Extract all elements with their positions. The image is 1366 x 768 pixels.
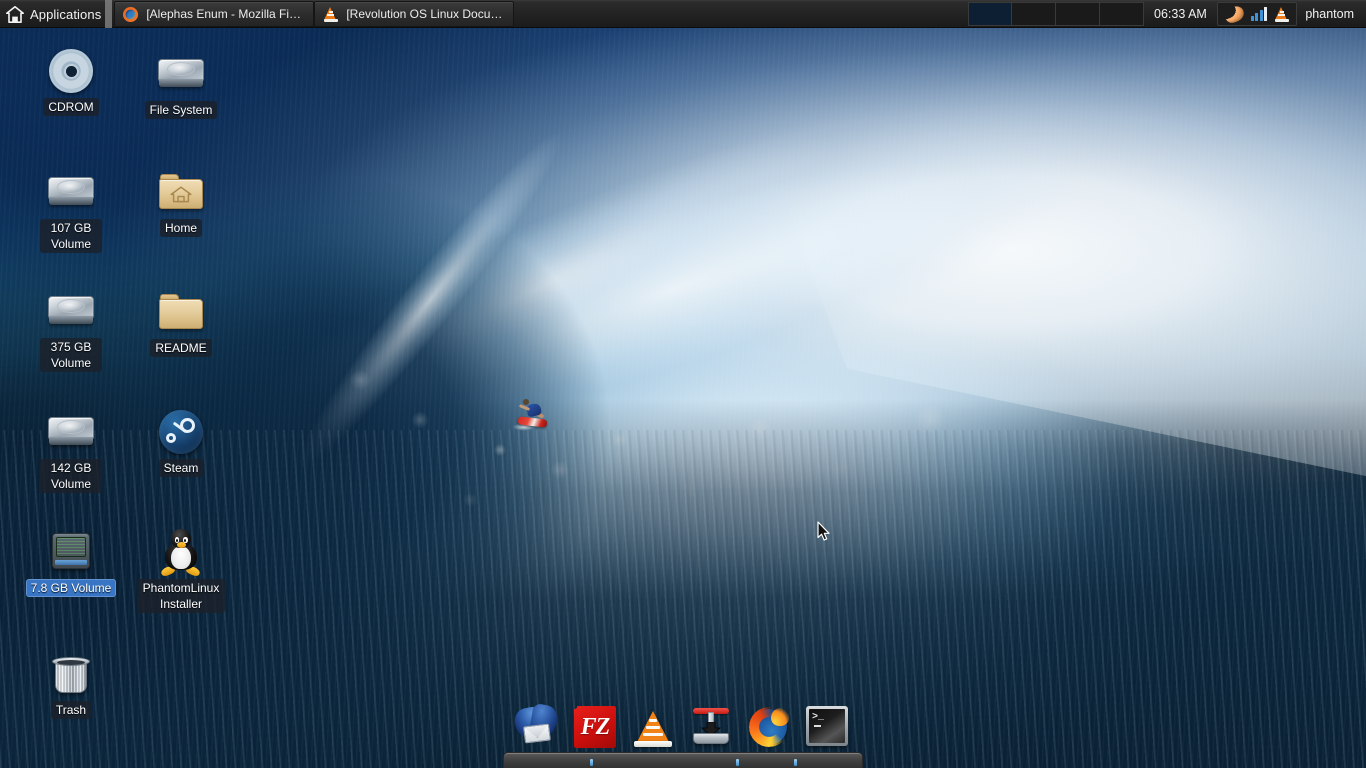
dock-item-filezilla[interactable]: FZ	[573, 705, 619, 751]
top-panel[interactable]: Applications [Alephas Enum - Mozilla Fi……	[0, 0, 1366, 28]
desktop[interactable]: CDROM File System 107 GB Volume Home 375…	[0, 0, 1366, 768]
dock-background-bar	[503, 752, 863, 768]
signal-bars-icon[interactable]	[1250, 7, 1268, 21]
harddisk-icon	[135, 50, 227, 98]
desktop-icon-home[interactable]: Home	[135, 168, 227, 237]
desktop-icon-cdrom[interactable]: CDROM	[25, 47, 117, 116]
firefox-icon	[123, 6, 139, 22]
desktop-icon-label: PhantomLinux Installer	[137, 579, 225, 613]
desktop-icon-label: 107 GB Volume	[40, 219, 102, 253]
harddisk-icon	[25, 168, 117, 216]
desktop-icon-phantomlinux-installer[interactable]: PhantomLinux Installer	[135, 528, 227, 613]
desktop-icon-label: Steam	[158, 459, 204, 477]
terminal-icon: >_	[805, 705, 849, 747]
dock-item-firefox[interactable]	[747, 705, 793, 751]
harddisk-icon	[25, 408, 117, 456]
task-button-vlc[interactable]: [Revolution OS Linux Docu…	[314, 1, 515, 27]
desktop-icon-readme[interactable]: README	[135, 288, 227, 357]
mouse-cursor	[817, 521, 830, 541]
desktop-icon-7-8gb-volume[interactable]: 7.8 GB Volume	[25, 528, 117, 597]
username-label: phantom	[1305, 6, 1354, 21]
desktop-icon-trash[interactable]: Trash	[25, 650, 117, 719]
workspace-cell-4[interactable]	[1100, 2, 1145, 26]
steam-icon	[135, 408, 227, 456]
desktop-icon-label: Home	[159, 219, 202, 237]
surfer-head	[523, 399, 529, 405]
desktop-icon-label: README	[150, 339, 212, 357]
wallpaper-surfer	[510, 396, 548, 432]
moon-icon[interactable]	[1222, 3, 1246, 25]
clock-label: 06:33 AM	[1154, 6, 1207, 21]
desktop-icon-label: File System	[144, 101, 218, 119]
thunderbird-icon	[512, 702, 560, 749]
username-indicator[interactable]: phantom	[1301, 0, 1366, 27]
usb-drive-icon	[25, 528, 117, 576]
dock-item-transmission[interactable]	[689, 705, 735, 751]
trash-icon	[25, 650, 117, 698]
filezilla-letters: FZ	[580, 713, 611, 740]
harddisk-icon	[25, 287, 117, 335]
desktop-icon-label: 7.8 GB Volume	[25, 579, 117, 597]
applications-menu-button[interactable]: Applications	[0, 0, 105, 28]
system-tray[interactable]	[1216, 2, 1298, 26]
dock-item-list: FZ >_	[503, 702, 863, 754]
window-task-list: [Alephas Enum - Mozilla Fi… [Revolution …	[114, 0, 515, 27]
transmission-icon	[689, 705, 733, 749]
desktop-icon-label: CDROM	[43, 98, 99, 116]
desktop-icon-label: 142 GB Volume	[40, 459, 102, 493]
desktop-icon-142gb-volume[interactable]: 142 GB Volume	[25, 408, 117, 493]
tux-penguin-icon	[135, 528, 227, 578]
task-button-firefox[interactable]: [Alephas Enum - Mozilla Fi…	[114, 1, 315, 27]
clock[interactable]: 06:33 AM	[1144, 0, 1217, 27]
desktop-icon-label: Trash	[50, 701, 92, 719]
vlc-icon	[323, 6, 338, 22]
filezilla-icon: FZ	[573, 705, 617, 749]
panel-drag-handle[interactable]	[105, 0, 113, 28]
dock-item-thunderbird[interactable]	[512, 702, 561, 751]
home-icon	[6, 5, 24, 23]
desktop-icon-label: 375 GB Volume	[40, 338, 102, 372]
cdrom-icon	[25, 47, 117, 95]
workspace-cell-3[interactable]	[1056, 2, 1101, 26]
vlc-icon[interactable]	[1274, 6, 1289, 22]
task-button-label: [Alephas Enum - Mozilla Fi…	[146, 7, 302, 21]
workspace-cell-1[interactable]	[968, 2, 1013, 26]
firefox-icon	[747, 705, 791, 749]
desktop-icon-file-system[interactable]: File System	[135, 50, 227, 119]
application-dock[interactable]: FZ >_	[503, 702, 863, 768]
desktop-icon-375gb-volume[interactable]: 375 GB Volume	[25, 287, 117, 372]
folder-icon	[135, 288, 227, 336]
house-glyph	[170, 186, 192, 203]
panel-spacer	[514, 0, 968, 27]
vlc-icon	[631, 705, 675, 749]
applications-menu-label: Applications	[30, 6, 102, 22]
home-folder-icon	[135, 168, 227, 216]
workspace-cell-2[interactable]	[1012, 2, 1057, 26]
dock-item-vlc[interactable]	[631, 705, 677, 751]
dock-running-indicator	[590, 759, 593, 766]
workspace-switcher[interactable]	[968, 0, 1145, 28]
desktop-icon-steam[interactable]: Steam	[135, 408, 227, 477]
dock-running-indicator	[736, 759, 739, 766]
terminal-prompt-glyph: >_	[812, 712, 825, 723]
dock-running-indicator	[794, 759, 797, 766]
dock-item-terminal[interactable]: >_	[805, 705, 851, 751]
task-button-label: [Revolution OS Linux Docu…	[346, 7, 503, 21]
desktop-icon-107gb-volume[interactable]: 107 GB Volume	[25, 168, 117, 253]
